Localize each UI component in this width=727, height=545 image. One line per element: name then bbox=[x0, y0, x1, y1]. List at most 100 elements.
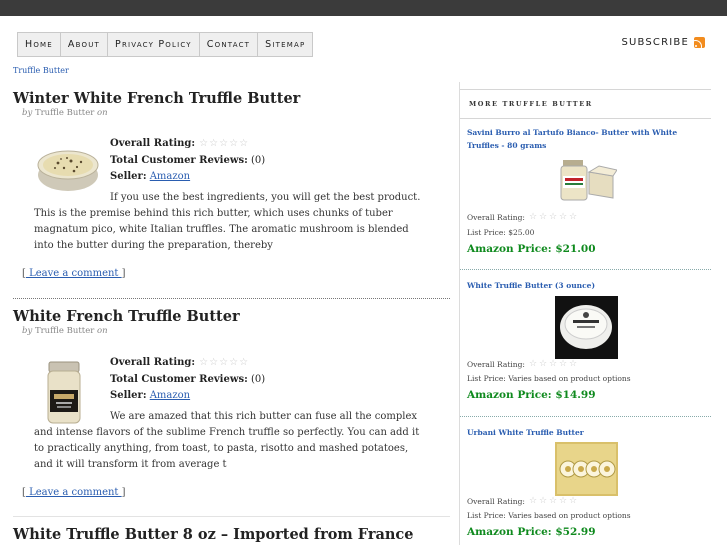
main-nav: Home About Privacy Policy Contact Sitema… bbox=[17, 32, 314, 57]
star-empty-icon: ☆ bbox=[548, 359, 558, 369]
leave-comment-link[interactable]: Leave a comment bbox=[26, 487, 122, 498]
seller-label: Seller: bbox=[110, 390, 147, 401]
sidebar-product-title[interactable]: Urbani White Truffle Butter bbox=[467, 426, 705, 439]
star-empty-icon: ☆ bbox=[229, 357, 239, 368]
sidebar-rating-row: Overall Rating: ☆ ☆ ☆ ☆ ☆ bbox=[467, 213, 578, 223]
sidebar-list-price: List Price: $25.00 bbox=[467, 228, 535, 237]
post-description: We are amazed that this rich butter can … bbox=[34, 411, 420, 470]
sidebar-product-title[interactable]: Savini Burro al Tartufo Bianco- Butter w… bbox=[467, 126, 705, 152]
star-empty-icon: ☆ bbox=[209, 138, 219, 149]
star-empty-icon: ☆ bbox=[548, 496, 558, 506]
total-reviews-label: Total Customer Reviews: bbox=[110, 155, 248, 166]
subscribe-link[interactable]: SUBSCRIBE bbox=[621, 37, 705, 48]
sidebar-amazon-price: Amazon Price: $52.99 bbox=[467, 526, 596, 538]
post-3: White Truffle Butter 8 oz – Imported fro… bbox=[13, 526, 450, 543]
post-byline: by Truffle Butter on bbox=[22, 326, 108, 336]
star-empty-icon: ☆ bbox=[528, 496, 538, 506]
leave-comment-link[interactable]: Leave a comment bbox=[26, 268, 122, 279]
rating-stars: ☆ ☆ ☆ ☆ ☆ bbox=[529, 360, 578, 369]
post-title[interactable]: White French Truffle Butter bbox=[13, 308, 450, 325]
overall-rating-row: Overall Rating: ☆ ☆ ☆ ☆ ☆ bbox=[110, 138, 248, 149]
seller-link[interactable]: Amazon bbox=[150, 171, 190, 182]
sidebar-amazon-price: Amazon Price: $21.00 bbox=[467, 243, 596, 255]
sidebar-product-title[interactable]: White Truffle Butter (3 ounce) bbox=[467, 279, 705, 292]
sidebar-rating-row: Overall Rating: ☆ ☆ ☆ ☆ ☆ bbox=[467, 497, 578, 507]
post-title[interactable]: White Truffle Butter 8 oz – Imported fro… bbox=[13, 526, 450, 543]
star-empty-icon: ☆ bbox=[239, 138, 249, 149]
star-empty-icon: ☆ bbox=[538, 212, 548, 222]
product-image-tub[interactable] bbox=[36, 145, 100, 193]
star-empty-icon: ☆ bbox=[558, 496, 568, 506]
sidebar-rating-row: Overall Rating: ☆ ☆ ☆ ☆ ☆ bbox=[467, 360, 578, 370]
star-empty-icon: ☆ bbox=[229, 138, 239, 149]
seller-row: Seller: Amazon bbox=[110, 171, 190, 182]
comment-link-row: [ Leave a comment ] bbox=[22, 487, 126, 498]
sidebar-product-image[interactable] bbox=[559, 156, 617, 204]
sidebar-rating-label: Overall Rating: bbox=[467, 360, 525, 369]
rss-icon[interactable] bbox=[694, 37, 705, 48]
overall-rating-row: Overall Rating: ☆ ☆ ☆ ☆ ☆ bbox=[110, 357, 248, 368]
sidebar-product-image[interactable] bbox=[555, 296, 618, 359]
rating-stars: ☆ ☆ ☆ ☆ ☆ bbox=[199, 357, 249, 368]
seller-row: Seller: Amazon bbox=[110, 390, 190, 401]
sidebar-rating-label: Overall Rating: bbox=[467, 213, 525, 222]
sidebar-list-price: List Price: Varies based on product opti… bbox=[467, 374, 631, 383]
nav-home[interactable]: Home bbox=[18, 33, 61, 56]
subscribe-label: SUBSCRIBE bbox=[621, 37, 689, 48]
star-empty-icon: ☆ bbox=[528, 212, 538, 222]
star-empty-icon: ☆ bbox=[568, 212, 578, 222]
post-description: If you use the best ingredients, you wil… bbox=[34, 192, 421, 251]
post-separator bbox=[13, 298, 450, 299]
star-empty-icon: ☆ bbox=[528, 359, 538, 369]
star-empty-icon: ☆ bbox=[538, 359, 548, 369]
post-author[interactable]: Truffle Butter bbox=[35, 326, 94, 336]
sidebar-separator bbox=[460, 269, 711, 270]
star-empty-icon: ☆ bbox=[219, 138, 229, 149]
sidebar-heading-rule bbox=[460, 118, 711, 119]
post-2: White French Truffle Butter bbox=[13, 308, 450, 325]
post-byline: by Truffle Butter on bbox=[22, 108, 108, 118]
sidebar-top-rule bbox=[460, 89, 711, 90]
star-empty-icon: ☆ bbox=[199, 138, 209, 149]
star-empty-icon: ☆ bbox=[558, 212, 568, 222]
comment-link-row: [ Leave a comment ] bbox=[22, 268, 126, 279]
post-1: Winter White French Truffle Butter bbox=[13, 90, 450, 107]
sidebar-list-price: List Price: Varies based on product opti… bbox=[467, 511, 631, 520]
star-empty-icon: ☆ bbox=[568, 496, 578, 506]
sidebar-separator bbox=[460, 416, 711, 417]
total-reviews-row: Total Customer Reviews: (0) bbox=[110, 374, 265, 385]
star-empty-icon: ☆ bbox=[548, 212, 558, 222]
seller-link[interactable]: Amazon bbox=[150, 390, 190, 401]
rating-stars: ☆ ☆ ☆ ☆ ☆ bbox=[199, 138, 249, 149]
total-reviews-label: Total Customer Reviews: bbox=[110, 374, 248, 385]
total-reviews-value: (0) bbox=[250, 155, 266, 166]
total-reviews-row: Total Customer Reviews: (0) bbox=[110, 155, 265, 166]
star-empty-icon: ☆ bbox=[568, 359, 578, 369]
post-author[interactable]: Truffle Butter bbox=[35, 108, 94, 118]
total-reviews-value: (0) bbox=[250, 374, 266, 385]
nav-about[interactable]: About bbox=[61, 33, 109, 56]
rating-stars: ☆ ☆ ☆ ☆ ☆ bbox=[529, 497, 578, 506]
sidebar-divider bbox=[459, 82, 460, 545]
sidebar-rating-label: Overall Rating: bbox=[467, 497, 525, 506]
star-empty-icon: ☆ bbox=[538, 496, 548, 506]
overall-rating-label: Overall Rating: bbox=[110, 357, 196, 368]
nav-sitemap[interactable]: Sitemap bbox=[258, 33, 312, 56]
sidebar-amazon-price: Amazon Price: $14.99 bbox=[467, 389, 596, 401]
sidebar-product-image[interactable] bbox=[555, 442, 618, 496]
seller-label: Seller: bbox=[110, 171, 147, 182]
star-empty-icon: ☆ bbox=[558, 359, 568, 369]
rating-stars: ☆ ☆ ☆ ☆ ☆ bbox=[529, 213, 578, 222]
nav-contact[interactable]: Contact bbox=[200, 33, 259, 56]
star-empty-icon: ☆ bbox=[239, 357, 249, 368]
top-bar bbox=[0, 0, 727, 16]
nav-privacy-policy[interactable]: Privacy Policy bbox=[108, 33, 200, 56]
post-title[interactable]: Winter White French Truffle Butter bbox=[13, 90, 450, 107]
breadcrumb[interactable]: Truffle Butter bbox=[13, 66, 69, 75]
star-empty-icon: ☆ bbox=[209, 357, 219, 368]
star-empty-icon: ☆ bbox=[219, 357, 229, 368]
overall-rating-label: Overall Rating: bbox=[110, 138, 196, 149]
post-separator bbox=[13, 516, 450, 517]
star-empty-icon: ☆ bbox=[199, 357, 209, 368]
sidebar-heading: MORE TRUFFLE BUTTER bbox=[469, 100, 593, 108]
